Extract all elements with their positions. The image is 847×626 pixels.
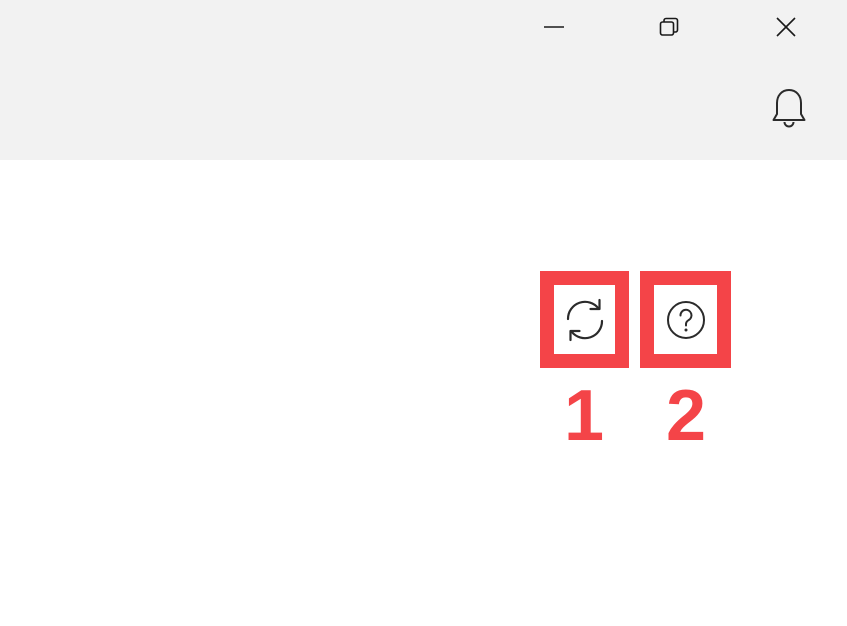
- refresh-icon: [566, 298, 603, 341]
- refresh-button[interactable]: [540, 271, 629, 368]
- help-button[interactable]: [640, 271, 731, 368]
- minimize-button[interactable]: [535, 8, 573, 46]
- annotation-label-1: 1: [563, 376, 605, 456]
- title-bar: [0, 0, 847, 160]
- restore-button[interactable]: [650, 8, 688, 46]
- close-icon: [776, 17, 796, 37]
- minimize-icon: [544, 26, 564, 28]
- bell-icon: [772, 89, 806, 128]
- notifications-button[interactable]: [768, 86, 810, 130]
- help-circle-icon: [666, 300, 705, 339]
- annotation-label-2: 2: [665, 376, 707, 456]
- restore-icon: [659, 17, 679, 36]
- close-button[interactable]: [767, 8, 805, 46]
